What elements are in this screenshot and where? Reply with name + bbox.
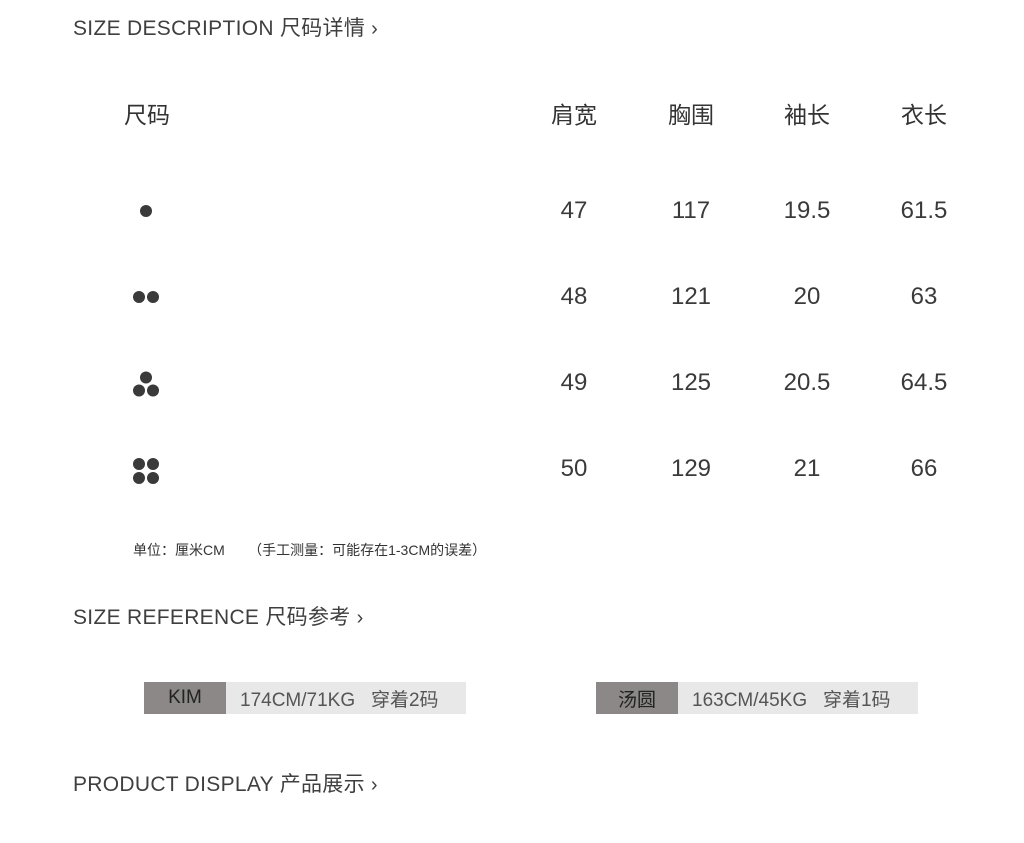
chevron-right-icon: ›	[370, 774, 378, 796]
header-chest: 胸围	[668, 102, 714, 128]
product-display-label: PRODUCT DISPLAY 产品展示	[73, 773, 365, 796]
model-name: KIM	[144, 682, 226, 714]
model-info: 163CM/45KG 穿着1码	[678, 682, 918, 714]
header-sleeve: 袖长	[784, 102, 830, 128]
table-cell: 64.5	[900, 369, 948, 396]
model-name: 汤圆	[596, 682, 678, 714]
table-cell: 49	[560, 369, 588, 396]
three-dots-icon	[132, 371, 160, 397]
table-cell: 21	[793, 455, 821, 482]
table-cell: 125	[670, 369, 712, 396]
table-cell: 129	[670, 455, 712, 482]
table-cell: 47	[560, 197, 588, 224]
table-cell: 20	[793, 283, 821, 310]
table-cell: 66	[910, 455, 938, 482]
chevron-right-icon: ›	[356, 607, 364, 629]
header-shoulder: 肩宽	[551, 102, 597, 128]
table-cell: 48	[560, 283, 588, 310]
table-cell: 20.5	[783, 369, 831, 396]
model-reference-badge: KIM 174CM/71KG 穿着2码	[144, 682, 466, 714]
table-cell: 50	[560, 455, 588, 482]
model-reference-badge: 汤圆 163CM/45KG 穿着1码	[596, 682, 918, 714]
header-size: 尺码	[124, 102, 170, 128]
product-display-heading[interactable]: PRODUCT DISPLAY 产品展示 ›	[73, 768, 378, 798]
chevron-right-icon: ›	[371, 18, 379, 40]
table-cell: 121	[670, 283, 712, 310]
size-description-label: SIZE DESCRIPTION 尺码详情	[73, 17, 366, 40]
size-description-heading[interactable]: SIZE DESCRIPTION 尺码详情 ›	[73, 12, 378, 42]
table-cell: 117	[671, 197, 711, 224]
one-dot-icon	[139, 204, 153, 218]
table-cell: 61.5	[900, 197, 948, 224]
size-reference-label: SIZE REFERENCE 尺码参考	[73, 606, 351, 629]
size-reference-heading[interactable]: SIZE REFERENCE 尺码参考 ›	[73, 601, 364, 631]
four-dots-icon	[132, 457, 160, 485]
header-length: 衣长	[901, 102, 947, 128]
two-dots-icon	[132, 290, 160, 304]
model-info: 174CM/71KG 穿着2码	[226, 682, 466, 714]
measurement-note: 单位：厘米CM （手工测量：可能存在1-3CM的误差）	[133, 542, 487, 558]
table-cell: 63	[910, 283, 938, 310]
table-cell: 19.5	[783, 197, 831, 224]
